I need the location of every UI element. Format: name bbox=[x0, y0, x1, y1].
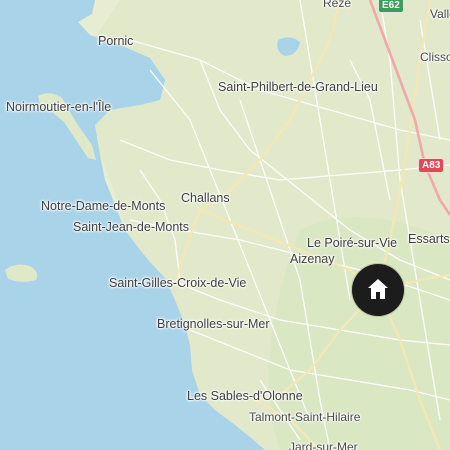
place-label-notre-dame-de-monts: Notre-Dame-de-Monts bbox=[41, 199, 166, 213]
road-shield-a83: A83 bbox=[418, 158, 445, 173]
place-label-valle: Valle bbox=[430, 7, 450, 21]
place-label-noirmoutier: Noirmoutier-en-l'Île bbox=[6, 100, 112, 114]
place-label-le-poire-sur-vie: Le Poiré-sur-Vie bbox=[307, 236, 398, 250]
place-label-bretignolles-sur-mer: Bretignolles-sur-Mer bbox=[157, 317, 270, 331]
place-label-aizenay: Aizenay bbox=[290, 252, 335, 266]
road-shield-e62: E62 bbox=[378, 0, 404, 13]
home-location-marker[interactable] bbox=[352, 264, 404, 316]
place-label-clisson: Clisso bbox=[420, 50, 450, 64]
place-label-les-sables-d-olonne: Les Sables-d'Olonne bbox=[187, 389, 303, 403]
place-label-pornic: Pornic bbox=[98, 34, 134, 48]
place-label-talmont-saint-hilaire: Talmont-Saint-Hilaire bbox=[249, 410, 361, 424]
place-label-reze: Rezé bbox=[323, 0, 352, 10]
place-label-saint-philbert: Saint-Philbert-de-Grand-Lieu bbox=[218, 80, 378, 94]
place-label-saint-jean-de-monts: Saint-Jean-de-Monts bbox=[73, 220, 190, 234]
map-base-layer bbox=[0, 0, 450, 450]
place-label-jard-sur-mer: Jard-sur-Mer bbox=[289, 440, 358, 450]
home-icon bbox=[368, 279, 388, 299]
place-label-saint-gilles-croix-de-vie: Saint-Gilles-Croix-de-Vie bbox=[109, 276, 247, 290]
map-view[interactable]: Rezé E62 Valle Pornic Clisso Saint-Philb… bbox=[0, 0, 450, 450]
place-label-essarts: Essarts- bbox=[408, 232, 450, 246]
place-label-challans: Challans bbox=[181, 191, 230, 205]
